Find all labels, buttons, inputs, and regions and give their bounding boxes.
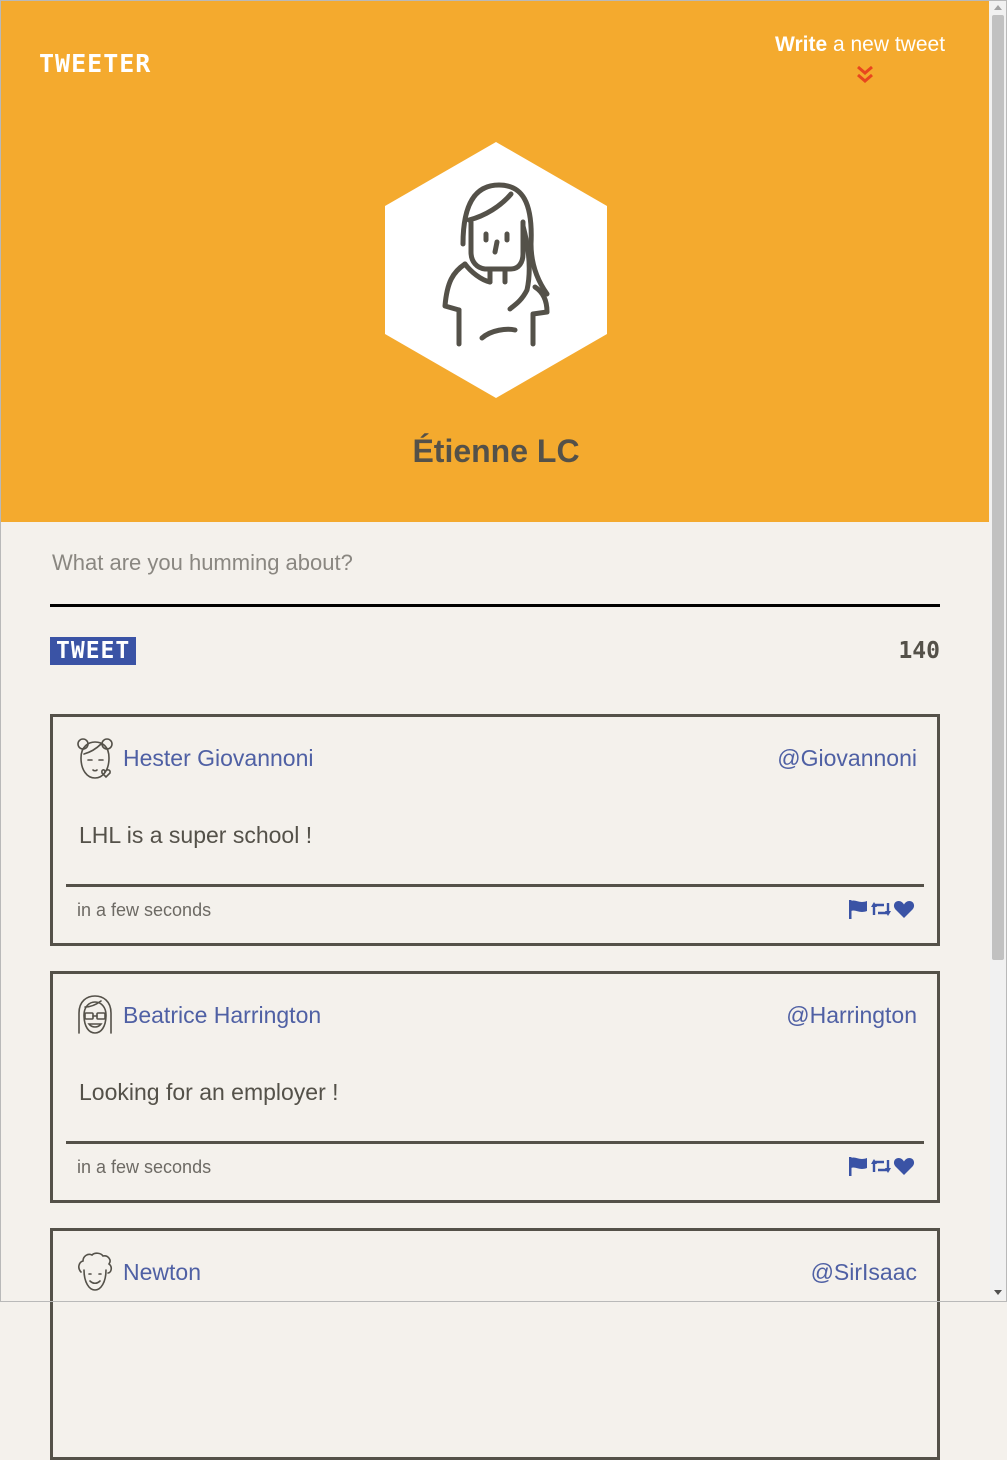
- profile-header: TWEETER Write a new tweet Étienne LC: [1, 1, 989, 522]
- profile-name: Étienne LC: [412, 433, 580, 469]
- tweet-author-name[interactable]: Newton: [123, 1259, 201, 1286]
- flag-icon[interactable]: [847, 1155, 869, 1177]
- girl-glasses-avatar-icon: [78, 995, 112, 1034]
- page-scrollbar[interactable]: [990, 1, 1006, 1300]
- girl-buns-avatar-icon: [77, 738, 113, 779]
- tweet-author-name[interactable]: Hester Giovannoni: [123, 745, 314, 772]
- tweet-submit-button[interactable]: TWEET: [50, 637, 137, 665]
- tweet-divider: [66, 884, 924, 887]
- tweet-author-handle[interactable]: @Harrington: [786, 1002, 917, 1029]
- heart-icon[interactable]: [893, 898, 915, 920]
- tweet-actions: [847, 1155, 915, 1179]
- compose-link-rest: a new tweet: [832, 33, 946, 56]
- tweet-text-input[interactable]: [50, 538, 940, 588]
- curly-hair-man-avatar-icon: [78, 1252, 113, 1291]
- compose-link-bold: Write: [775, 33, 828, 56]
- scrollbar-thumb[interactable]: [992, 15, 1004, 960]
- tweet-divider: [66, 1141, 924, 1144]
- tweet-author-handle[interactable]: @Giovannoni: [777, 745, 917, 772]
- tweet-card: Hester Giovannoni @Giovannoni LHL is a s…: [50, 714, 940, 946]
- heart-icon[interactable]: [893, 1155, 915, 1177]
- retweet-icon[interactable]: [870, 1155, 892, 1177]
- tweet-card: Newton @SirIsaac: [50, 1228, 940, 1460]
- tweet-content: LHL is a super school !: [79, 822, 313, 848]
- tweet-author-handle[interactable]: @SirIsaac: [811, 1259, 917, 1286]
- chevron-double-down-icon[interactable]: [856, 65, 874, 85]
- tweet-timestamp: in a few seconds: [77, 900, 212, 920]
- input-underline: [50, 604, 940, 607]
- write-new-tweet-link[interactable]: Write a new tweet: [775, 33, 945, 57]
- new-tweet-form: TWEET 140: [50, 538, 940, 665]
- tweet-author-name[interactable]: Beatrice Harrington: [123, 1002, 321, 1029]
- character-counter: 140: [898, 638, 940, 664]
- tweet-actions: [847, 898, 915, 922]
- tweet-content: Looking for an employer !: [79, 1079, 339, 1105]
- profile-avatar: [385, 142, 607, 398]
- flag-icon[interactable]: [847, 898, 869, 920]
- app-logo[interactable]: TWEETER: [39, 49, 151, 78]
- scroll-up-arrow-icon[interactable]: [994, 5, 1002, 10]
- tweet-timestamp: in a few seconds: [77, 1157, 212, 1177]
- retweet-icon[interactable]: [870, 898, 892, 920]
- tweet-card: Beatrice Harrington @Harrington Looking …: [50, 971, 940, 1203]
- scroll-down-arrow-icon[interactable]: [994, 1290, 1002, 1295]
